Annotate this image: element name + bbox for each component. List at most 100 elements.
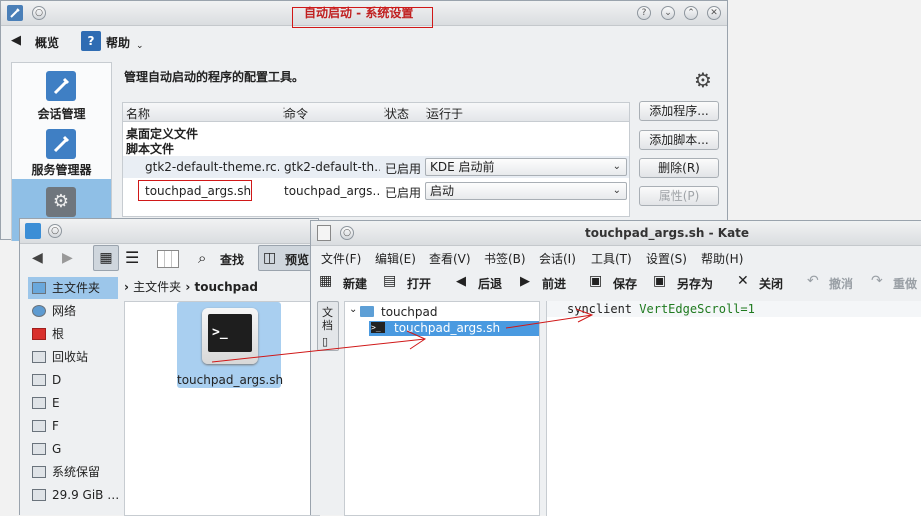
close-button[interactable]: ✕ 关闭 <box>737 271 789 293</box>
save-button[interactable]: ▣ 保存 <box>589 271 641 293</box>
breadcrumb-separator: › <box>185 280 191 294</box>
preview-button[interactable]: ◫ 预览 <box>258 245 318 271</box>
places-panel: 主文件夹 网络 根 回收站 D E F G 系统保留 29.9 GiB … <box>24 275 120 516</box>
kate-window-title: touchpad_args.sh - Kate <box>585 226 750 240</box>
maximize-icon[interactable]: ⌃ <box>684 6 698 20</box>
place-label: 系统保留 <box>52 465 101 479</box>
undo-label: 撤消 <box>829 277 854 291</box>
run-at-select[interactable]: KDE 启动前 ⌄ <box>425 158 627 176</box>
sidebar-item-label: 服务管理器 <box>31 163 92 177</box>
menu-sessions[interactable]: 会话(I) <box>539 250 576 267</box>
close-icon[interactable]: ✕ <box>707 6 721 20</box>
undo-button[interactable]: ↶ 撤消 <box>807 271 859 293</box>
chevron-down-icon: ⌄ <box>612 161 621 172</box>
page-description: 管理自动启动的程序的配置工具。 <box>124 70 305 84</box>
kate-menu-icon[interactable]: ○ <box>340 226 354 240</box>
dolphin-window: ○ ◀ ▶ ▦ ☰ ⌕ 查找 ◫ 预览 主文件夹 网络 根 回收站 D E F … <box>19 218 320 516</box>
close-icon: ✕ <box>737 273 749 289</box>
redo-button[interactable]: ↷ 重做 <box>871 271 921 293</box>
column-name[interactable]: 名称 <box>126 105 150 122</box>
home-icon <box>32 282 46 294</box>
place-root[interactable]: 根 <box>28 323 118 345</box>
new-button[interactable]: ▦ 新建 <box>319 271 371 293</box>
column-command[interactable]: 命令 <box>284 105 308 122</box>
editor-area[interactable]: synclient VertEdgeScroll=1 <box>546 301 921 516</box>
save-as-label: 另存为 <box>677 277 714 291</box>
place-drive-f[interactable]: F <box>28 415 118 437</box>
breadcrumb-item[interactable]: touchpad <box>194 280 257 294</box>
column-status[interactable]: 状态 <box>385 105 409 122</box>
minimize-icon[interactable]: ⌄ <box>661 6 675 20</box>
details-view-button[interactable]: ☰ <box>125 248 139 267</box>
row-command: gtk2-default-th… <box>284 160 380 174</box>
menu-view[interactable]: 查看(V) <box>429 250 471 267</box>
breadcrumb-item[interactable]: 主文件夹 <box>133 280 181 294</box>
back-button[interactable]: ◀ 后退 <box>456 271 508 293</box>
run-at-select[interactable]: 启动 ⌄ <box>425 182 627 200</box>
breadcrumb[interactable]: › 主文件夹 › touchpad <box>124 278 258 295</box>
trash-icon <box>32 351 46 363</box>
system-settings-window: ○ 自动启动 - 系统设置 ? ⌄ ⌃ ✕ ◀ 概览 ? 帮助 ⌄ 会话管理 服… <box>0 0 728 241</box>
chevron-down-icon: ⌄ <box>612 185 621 196</box>
forward-button[interactable]: ▶ 前进 <box>520 271 572 293</box>
menu-edit[interactable]: 编辑(E) <box>375 250 416 267</box>
column-run-at[interactable]: 运行于 <box>427 105 463 122</box>
tree-file-item[interactable]: >_ touchpad_args.sh <box>369 321 539 336</box>
documents-side-tab[interactable]: 文档 ▯ <box>317 301 339 351</box>
code-argument: VertEdgeScroll=1 <box>639 302 755 316</box>
dolphin-menu-icon[interactable]: ○ <box>48 224 62 238</box>
help-menu-button[interactable]: ? 帮助 ⌄ <box>81 31 147 53</box>
place-label: 29.9 GiB … <box>52 488 120 502</box>
delete-button[interactable]: 删除(R) <box>639 158 719 178</box>
drive-icon <box>32 397 46 409</box>
place-network[interactable]: 网络 <box>28 300 118 322</box>
menu-bookmarks[interactable]: 书签(B) <box>484 250 526 267</box>
back-arrow-icon[interactable]: ◀ <box>32 250 43 266</box>
open-button[interactable]: ▤ 打开 <box>383 271 435 293</box>
save-as-button[interactable]: ▣ 另存为 <box>653 271 719 293</box>
add-program-button[interactable]: 添加程序... <box>639 101 719 121</box>
place-drive-g[interactable]: G <box>28 438 118 460</box>
find-button[interactable]: ⌕ 查找 <box>198 249 244 269</box>
place-home[interactable]: 主文件夹 <box>28 277 118 299</box>
columns-view-button[interactable] <box>157 250 179 268</box>
settings-menu-icon[interactable]: ○ <box>32 6 46 20</box>
place-system-reserved[interactable]: 系统保留 <box>28 461 118 483</box>
find-label: 查找 <box>220 253 245 267</box>
place-drive-e[interactable]: E <box>28 392 118 414</box>
sidebar-item-session[interactable]: 会话管理 <box>12 63 111 121</box>
table-row[interactable]: gtk2-default-theme.rc… gtk2-default-th… … <box>123 156 629 178</box>
overview-button[interactable]: ◀ 概览 <box>11 33 59 51</box>
kate-titlebar[interactable]: ○ touchpad_args.sh - Kate <box>311 221 921 246</box>
sidebar-item-label: 会话管理 <box>37 107 86 121</box>
kate-app-icon[interactable] <box>317 225 331 241</box>
place-label: 主文件夹 <box>52 281 101 295</box>
place-drive-d[interactable]: D <box>28 369 118 391</box>
icons-view-button[interactable]: ▦ <box>93 245 119 271</box>
menu-file[interactable]: 文件(F) <box>321 250 361 267</box>
drive-icon <box>32 420 46 432</box>
place-volume[interactable]: 29.9 GiB … <box>28 484 120 506</box>
properties-button[interactable]: 属性(P) <box>639 186 719 206</box>
add-script-button[interactable]: 添加脚本... <box>639 130 719 150</box>
place-trash[interactable]: 回收站 <box>28 346 118 368</box>
settings-app-icon[interactable] <box>7 5 23 21</box>
row-status: 已启用 <box>385 162 422 176</box>
place-label: G <box>52 442 62 456</box>
menu-help[interactable]: 帮助(H) <box>701 250 743 267</box>
run-at-value: KDE 启动前 <box>430 160 495 174</box>
configure-gear-icon[interactable]: ⚙ <box>694 68 712 92</box>
tree-folder-item[interactable]: ⌄ touchpad <box>345 304 539 322</box>
help-icon[interactable]: ? <box>637 6 651 20</box>
forward-arrow-icon[interactable]: ▶ <box>62 250 73 266</box>
dolphin-titlebar[interactable]: ○ <box>20 219 318 244</box>
sidebar-item-service[interactable]: 服务管理器 <box>12 125 111 179</box>
menu-tools[interactable]: 工具(T) <box>591 250 632 267</box>
kate-toolbar: ▦ 新建 ▤ 打开 ◀ 后退 ▶ 前进 ▣ 保存 ▣ 另存为 ✕ 关闭 ↶ 撤消 ↷ 重做 <box>311 269 921 295</box>
redo-icon: ↷ <box>871 273 883 289</box>
place-label: 回收站 <box>52 350 89 364</box>
dolphin-app-icon[interactable] <box>25 223 41 239</box>
file-item[interactable]: >_ touchpad_args.sh <box>177 302 283 388</box>
menu-settings[interactable]: 设置(S) <box>646 250 687 267</box>
group-script-files[interactable]: 脚本文件 <box>126 140 174 157</box>
